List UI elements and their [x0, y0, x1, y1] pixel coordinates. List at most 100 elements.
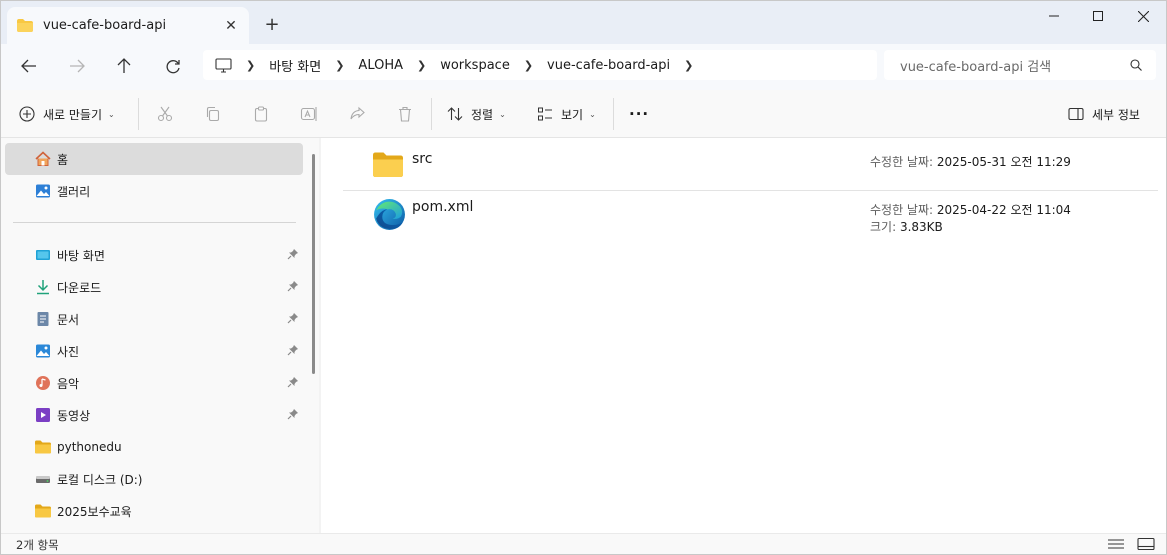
address-bar[interactable]: ❯ 바탕 화면 ❯ ALOHA ❯ workspace ❯ vue-cafe-boar…: [203, 50, 877, 80]
details-button[interactable]: 세부 정보: [1068, 102, 1140, 126]
sidebar-item-label: 음악: [57, 376, 80, 391]
trash-icon: [399, 106, 411, 122]
plus-circle-icon: [19, 106, 35, 122]
sidebar-item-local-disk-d[interactable]: 로컬 디스크 (D:): [5, 463, 303, 495]
back-button[interactable]: [14, 53, 44, 79]
forward-button[interactable]: [62, 53, 92, 79]
new-button-label: 새로 만들기: [43, 107, 103, 122]
breadcrumb-vue-cafe-board-api[interactable]: vue-cafe-board-api ❯: [547, 58, 707, 73]
file-list: src 수정한 날짜: 2025-05-31 오전 11:29 pom.xml …: [321, 138, 1166, 533]
edge-icon: [374, 199, 405, 230]
pin-icon[interactable]: [287, 344, 299, 356]
copy-icon: [206, 106, 220, 122]
close-icon: [1137, 10, 1149, 22]
sidebar-item-documents[interactable]: 문서: [5, 303, 303, 335]
details-view-button[interactable]: [1107, 537, 1127, 553]
breadcrumb-desktop[interactable]: 바탕 화면 ❯: [269, 56, 358, 75]
tiles-view-button[interactable]: [1137, 537, 1157, 553]
breadcrumb-workspace[interactable]: workspace ❯: [440, 58, 547, 73]
refresh-button[interactable]: [158, 53, 188, 79]
pin-icon[interactable]: [287, 312, 299, 324]
minimize-icon: [1049, 15, 1059, 17]
folder-icon: [373, 152, 403, 177]
command-bar: 새로 만들기 ⌄ 정렬 ⌄ 보기 ⌄ ··· 세부 정보: [1, 90, 1166, 138]
chevron-right-icon: ❯: [246, 58, 256, 72]
file-modified: 수정한 날짜: 2025-05-31 오전 11:29: [870, 155, 1071, 169]
view-button[interactable]: 보기 ⌄: [537, 102, 596, 126]
rename-button[interactable]: [299, 104, 319, 124]
file-size: 크기: 3.83KB: [870, 220, 943, 234]
row-divider: [343, 190, 1158, 191]
status-bar: 2개 항목: [1, 533, 1166, 554]
details-pane-icon: [1068, 107, 1084, 121]
file-name: src: [412, 151, 433, 167]
search-input[interactable]: vue-cafe-board-api 검색: [884, 50, 1156, 80]
up-button[interactable]: [109, 53, 139, 79]
chevron-down-icon: ⌄: [499, 109, 506, 119]
pin-icon[interactable]: [287, 408, 299, 420]
copy-button[interactable]: [203, 104, 223, 124]
maximize-icon: [1093, 11, 1103, 21]
chevron-down-icon: ⌄: [589, 109, 596, 119]
pin-icon[interactable]: [287, 248, 299, 260]
breadcrumb-aloha[interactable]: ALOHA ❯: [358, 58, 440, 73]
sidebar-item-2025-training[interactable]: 2025보수교육: [5, 495, 303, 527]
pin-icon[interactable]: [287, 280, 299, 292]
file-explorer-window: vue-cafe-board-api ✕ + ❯ 바탕 화면 ❯ ALOHA ❯…: [0, 0, 1167, 555]
new-tab-button[interactable]: +: [263, 14, 281, 35]
paste-icon: [254, 106, 268, 122]
home-icon: [35, 151, 51, 167]
document-icon: [35, 311, 51, 327]
minimize-button[interactable]: [1031, 1, 1077, 31]
item-count: 2개 항목: [16, 538, 59, 552]
sidebar-item-videos[interactable]: 동영상: [5, 399, 303, 431]
pin-icon[interactable]: [287, 376, 299, 388]
sidebar-item-label: 갤러리: [57, 184, 91, 199]
sidebar-item-label: pythonedu: [57, 440, 122, 454]
desktop-icon: [35, 247, 51, 263]
sidebar-divider: [13, 222, 296, 223]
maximize-button[interactable]: [1075, 1, 1121, 31]
chevron-right-icon: ❯: [417, 58, 427, 72]
sidebar-scrollbar[interactable]: [312, 154, 315, 374]
paste-button[interactable]: [251, 104, 271, 124]
music-icon: [35, 375, 51, 391]
tab-close-button[interactable]: ✕: [223, 18, 239, 34]
download-icon: [35, 279, 51, 295]
sidebar-item-label: 문서: [57, 312, 80, 327]
share-button[interactable]: [347, 104, 367, 124]
title-bar: vue-cafe-board-api ✕ +: [1, 1, 1166, 44]
sidebar-item-desktop[interactable]: 바탕 화면: [5, 239, 303, 271]
sort-button[interactable]: 정렬 ⌄: [447, 102, 506, 126]
delete-button[interactable]: [395, 104, 415, 124]
sidebar-item-label: 홈: [57, 152, 69, 167]
list-item-pom-xml[interactable]: pom.xml 수정한 날짜: 2025-04-22 오전 11:04 크기: …: [343, 194, 1157, 240]
list-item-src[interactable]: src 수정한 날짜: 2025-05-31 오전 11:29: [343, 144, 1157, 190]
refresh-icon: [166, 59, 180, 73]
tab-vue-cafe-board-api[interactable]: vue-cafe-board-api ✕: [7, 7, 249, 44]
pictures-icon: [35, 343, 51, 359]
file-name: pom.xml: [412, 199, 474, 215]
sidebar-item-downloads[interactable]: 다운로드: [5, 271, 303, 303]
sidebar-item-pictures[interactable]: 사진: [5, 335, 303, 367]
sidebar-item-gallery[interactable]: 갤러리: [5, 175, 303, 207]
view-icon: [538, 107, 552, 121]
more-options-button[interactable]: ···: [629, 102, 649, 126]
tiles-view-icon: [1137, 537, 1155, 551]
sidebar-item-label: 사진: [57, 344, 80, 359]
sort-button-label: 정렬: [471, 107, 494, 122]
file-modified: 수정한 날짜: 2025-04-22 오전 11:04: [870, 203, 1071, 217]
sidebar-item-home[interactable]: 홈: [5, 143, 303, 175]
tab-title: vue-cafe-board-api: [43, 18, 167, 33]
sort-icon: [447, 107, 463, 121]
chevron-right-icon: ❯: [684, 58, 694, 72]
cut-button[interactable]: [155, 104, 175, 124]
sidebar-item-pythonedu[interactable]: pythonedu: [5, 431, 303, 463]
video-icon: [35, 407, 51, 423]
search-icon: [1130, 59, 1142, 71]
chevron-right-icon: ❯: [335, 58, 345, 72]
new-button[interactable]: 새로 만들기 ⌄: [19, 102, 115, 126]
sidebar-item-music[interactable]: 음악: [5, 367, 303, 399]
close-button[interactable]: [1120, 1, 1166, 31]
more-icon: ···: [629, 105, 650, 123]
